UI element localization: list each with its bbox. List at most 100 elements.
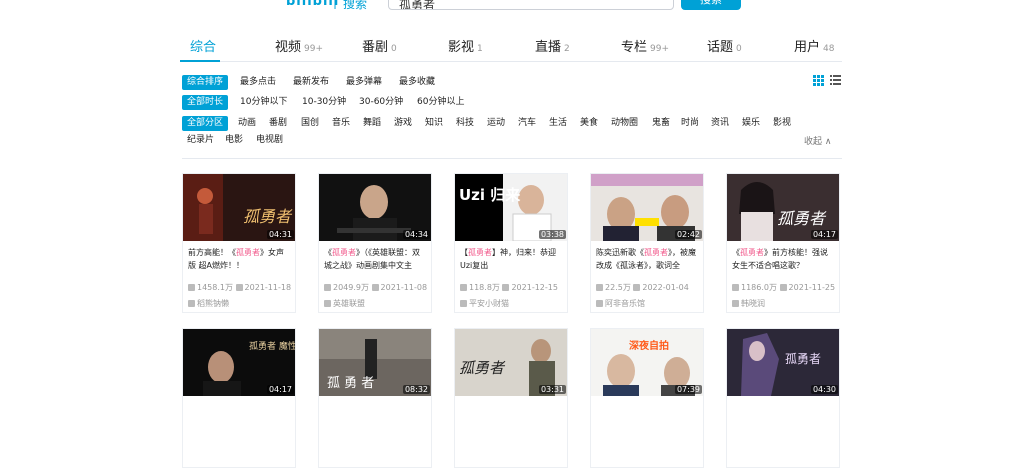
calendar-icon (371, 284, 379, 291)
category-option[interactable]: 鬼畜 (647, 116, 675, 131)
duration-option[interactable]: 60分钟以上 (412, 95, 469, 110)
search-button[interactable]: 搜索 (681, 0, 741, 10)
uploader-icon (596, 300, 603, 307)
video-uploader[interactable]: 韩晓润 (732, 298, 765, 309)
calendar-icon (779, 284, 787, 291)
collapse-filters-toggle[interactable]: 收起 ∧ (804, 134, 831, 147)
video-uploader[interactable]: 平安小财猫 (460, 298, 509, 309)
video-card[interactable]: 孤勇者 04:17 《孤勇者》前方核能！强说女生不适合唱这歌？ 1186.0万 … (726, 173, 840, 313)
play-count-icon (596, 284, 603, 291)
category-option[interactable]: 番剧 (264, 116, 292, 131)
video-card[interactable]: 孤勇者 03:31 (454, 328, 568, 468)
category-option[interactable]: 运动 (482, 116, 510, 131)
tab-video[interactable]: 视频 99+ (275, 36, 323, 55)
tab-user[interactable]: 用户 48 (794, 36, 834, 55)
category-option[interactable]: 动画 (233, 116, 261, 131)
logo-separator: | (333, 0, 338, 9)
play-count-icon (460, 284, 467, 291)
video-thumbnail[interactable]: 孤勇者 03:31 (455, 329, 567, 396)
play-count-icon (188, 284, 195, 291)
category-option[interactable]: 音乐 (327, 116, 355, 131)
uploader-icon (732, 300, 739, 307)
search-input[interactable] (388, 0, 674, 10)
sort-option[interactable]: 最多收藏 (394, 75, 440, 90)
category-option[interactable]: 纪录片 (182, 133, 219, 148)
duration-option[interactable]: 10-30分钟 (297, 95, 351, 110)
play-count-icon (732, 284, 739, 291)
calendar-icon (502, 284, 510, 291)
sort-option[interactable]: 综合排序 (182, 75, 229, 90)
video-thumbnail[interactable]: Uzi 归来 03:38 (455, 174, 567, 241)
list-view-icon[interactable] (830, 75, 841, 86)
duration-option[interactable]: 30-60分钟 (354, 95, 408, 110)
video-card[interactable]: 孤 勇 者 08:32 (318, 328, 432, 468)
video-card[interactable]: 04:34 《孤勇者》（《英雄联盟：双城之战》动画剧集中文主 2049.9万 2… (318, 173, 432, 313)
svg-text:孤勇者: 孤勇者 (785, 352, 821, 366)
video-card[interactable]: Uzi 归来 03:38 【孤勇者】神，归来！恭迎Uzi复出 118.8万 20… (454, 173, 568, 313)
category-option[interactable]: 电影 (220, 133, 248, 148)
video-stats: 22.5万 2022-01-04 (596, 282, 689, 293)
video-thumbnail[interactable]: 02:42 (591, 174, 703, 241)
video-uploader[interactable]: 稻熊钠懒 (188, 298, 229, 309)
category-option[interactable]: 舞蹈 (358, 116, 386, 131)
category-option[interactable]: 全部分区 (182, 116, 229, 131)
video-title[interactable]: 前方高能！《孤勇者》女声版 超A燃炸！！ (183, 241, 295, 279)
video-thumbnail[interactable]: 深夜自拍 07:39 (591, 329, 703, 396)
category-option[interactable]: 国创 (296, 116, 324, 131)
tab-topic[interactable]: 话题 0 (707, 36, 742, 55)
video-card[interactable]: 孤勇者 04:31 前方高能！《孤勇者》女声版 超A燃炸！！ 1458.1万 2… (182, 173, 296, 313)
video-card[interactable]: 02:42 陈奕迅新歌《孤勇者》，被魔改成《孤泳者》，歌词全 22.5万 202… (590, 173, 704, 313)
category-option[interactable]: 知识 (420, 116, 448, 131)
video-thumbnail[interactable]: 孤勇者 04:30 (727, 329, 839, 396)
result-type-tabs: 综合 视频 99+ 番剧 0 影视 1 直播 2 专栏 99+ 话题 0 用户 48 (180, 28, 842, 62)
sort-option[interactable]: 最新发布 (288, 75, 334, 90)
video-card[interactable]: 孤勇者 04:30 (726, 328, 840, 468)
category-option[interactable]: 动物圈 (606, 116, 643, 131)
bilibili-logo[interactable]: bilibili (286, 0, 339, 9)
tab-movie[interactable]: 影视 1 (448, 36, 483, 55)
svg-text:孤勇者: 孤勇者 (243, 207, 293, 226)
duration-option[interactable]: 全部时长 (182, 95, 229, 110)
video-thumbnail[interactable]: 孤勇者 04:17 (727, 174, 839, 241)
video-uploader[interactable]: 英雄联盟 (324, 298, 365, 309)
video-stats: 118.8万 2021-12-15 (460, 282, 558, 293)
video-thumbnail[interactable]: 孤勇者 魔性版 04:17 (183, 329, 296, 396)
video-title[interactable]: 《孤勇者》（《英雄联盟：双城之战》动画剧集中文主 (319, 241, 431, 279)
video-card[interactable]: 孤勇者 魔性版 04:17 (182, 328, 296, 468)
category-filter-row-2: 纪录片 电影 电视剧 (182, 133, 382, 148)
category-option[interactable]: 美食 (575, 116, 603, 131)
calendar-icon (235, 284, 243, 291)
video-duration: 04:30 (810, 385, 838, 394)
video-title[interactable]: 陈奕迅新歌《孤勇者》，被魔改成《孤泳者》，歌词全 (591, 241, 703, 279)
category-option[interactable]: 影视 (768, 116, 796, 131)
video-thumbnail[interactable]: 孤 勇 者 08:32 (319, 329, 431, 396)
tab-bangumi[interactable]: 番剧 0 (362, 36, 397, 55)
play-count-icon (324, 284, 331, 291)
tab-article[interactable]: 专栏 99+ (621, 36, 669, 55)
video-duration: 04:34 (402, 230, 430, 239)
category-option[interactable]: 时尚 (676, 116, 704, 131)
uploader-icon (460, 300, 467, 307)
tab-live[interactable]: 直播 2 (535, 36, 570, 55)
svg-text:孤勇者 魔性版: 孤勇者 魔性版 (249, 340, 296, 352)
category-option[interactable]: 电视剧 (251, 133, 288, 148)
video-title[interactable]: 《孤勇者》前方核能！强说女生不适合唱这歌？ (727, 241, 839, 279)
category-option[interactable]: 游戏 (389, 116, 417, 131)
category-option[interactable]: 资讯 (706, 116, 734, 131)
video-card[interactable]: 深夜自拍 07:39 (590, 328, 704, 468)
video-thumbnail[interactable]: 孤勇者 04:31 (183, 174, 295, 241)
video-uploader[interactable]: 阿非音乐馆 (596, 298, 645, 309)
category-option[interactable]: 生活 (544, 116, 572, 131)
sort-option[interactable]: 最多点击 (235, 75, 281, 90)
video-thumbnail[interactable]: 04:34 (319, 174, 431, 241)
video-title[interactable]: 【孤勇者】神，归来！恭迎Uzi复出 (455, 241, 567, 279)
category-option[interactable]: 科技 (451, 116, 479, 131)
sort-option[interactable]: 最多弹幕 (341, 75, 387, 90)
category-option[interactable]: 汽车 (513, 116, 541, 131)
category-option[interactable]: 娱乐 (737, 116, 765, 131)
svg-text:孤 勇 者: 孤 勇 者 (327, 376, 374, 391)
tab-all[interactable]: 综合 (190, 36, 219, 55)
grid-view-icon[interactable] (813, 75, 824, 86)
duration-option[interactable]: 10分钟以下 (235, 95, 292, 110)
video-duration: 04:17 (266, 385, 294, 394)
